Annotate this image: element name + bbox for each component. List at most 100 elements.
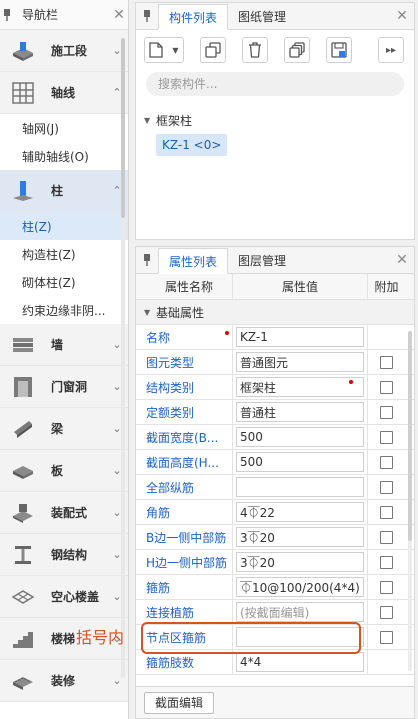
nav-scrollbar[interactable] — [121, 38, 125, 678]
stair-icon — [11, 627, 35, 651]
nav-category-decoration[interactable]: 装修 ⌄ — [0, 660, 128, 702]
attach-checkbox[interactable] — [380, 605, 393, 619]
component-panel-close-icon[interactable]: ✕ — [390, 8, 414, 24]
nav-subitem-boundary-non-shadow[interactable]: 约束边缘非阴... — [0, 296, 128, 324]
property-value-field[interactable]: 3⏁20 — [236, 552, 364, 572]
tree-leaf-kz1[interactable]: KZ-1 <0> — [156, 134, 228, 156]
nav-category-slab[interactable]: 板 ⌄ — [0, 450, 128, 492]
component-tree: ▼ 框架柱 KZ-1 <0> — [136, 110, 414, 156]
property-scrollbar-thumb[interactable] — [408, 331, 412, 541]
attach-checkbox[interactable] — [380, 580, 393, 594]
attach-checkbox[interactable] — [380, 455, 393, 469]
property-row[interactable]: 结构类别 框架柱 — [136, 375, 414, 400]
property-value-field[interactable]: 500 — [236, 427, 364, 447]
property-row[interactable]: 图元类型 普通图元 — [136, 350, 414, 375]
property-value-field[interactable] — [236, 477, 364, 497]
property-panel-close-icon[interactable]: ✕ — [390, 252, 414, 268]
property-value-field[interactable]: 4⏁22 — [236, 502, 364, 522]
import-component-button[interactable] — [326, 37, 352, 63]
property-value-field[interactable]: 3⏁20 — [236, 527, 364, 547]
attach-checkbox[interactable] — [380, 630, 393, 644]
duplicate-layer-button[interactable] — [284, 37, 310, 63]
required-dot — [349, 380, 353, 384]
caret-expanded-icon[interactable]: ▼ — [144, 116, 156, 125]
copy-component-button[interactable] — [200, 37, 226, 63]
property-row[interactable]: 角筋 4⏁22 — [136, 500, 414, 525]
property-value-field[interactable]: 4*4 — [236, 652, 364, 672]
hollow-floor-icon — [11, 585, 35, 609]
attach-checkbox[interactable] — [380, 430, 393, 444]
steel-structure-icon — [11, 543, 35, 567]
nav-subitem-auxiliary-axis[interactable]: 辅助轴线(O) — [0, 142, 128, 170]
attach-checkbox[interactable] — [380, 355, 393, 369]
property-row[interactable]: 全部纵筋 — [136, 475, 414, 500]
property-row[interactable]: B边一侧中部筋 3⏁20 — [136, 525, 414, 550]
delete-component-button[interactable] — [242, 37, 268, 63]
property-name: 图元类型 — [146, 355, 195, 370]
nav-category-steel-structure[interactable]: 钢结构 ⌄ — [0, 534, 128, 576]
tree-node-frame-column[interactable]: ▼ 框架柱 — [136, 110, 414, 130]
nav-category-wall[interactable]: 墙 ⌄ — [0, 324, 128, 366]
property-value-field[interactable]: 普通柱 — [236, 402, 364, 422]
property-name: 名称 — [146, 330, 171, 345]
new-component-button[interactable]: ▼ — [144, 37, 184, 63]
attach-checkbox[interactable] — [380, 380, 393, 394]
property-row[interactable]: 箍筋 ⏁10@100/200(4*4) — [136, 575, 414, 600]
property-value-field[interactable]: KZ-1 — [236, 327, 364, 347]
component-search[interactable] — [146, 72, 404, 96]
wall-icon — [11, 333, 35, 357]
navigation-panel: 导航栏 ✕ 施工段 ⌄ 轴线 ⌃ 轴网(J) 辅助轴线(O) 柱 ⌃ 柱(Z) … — [0, 0, 129, 719]
property-name: H边一侧中部筋 — [146, 555, 228, 570]
property-panel-tabs: 属性列表 图层管理 ✕ — [136, 247, 414, 274]
section-edit-button[interactable]: 截面编辑 — [144, 691, 215, 714]
property-row[interactable]: 截面高度(H... 500 — [136, 450, 414, 475]
property-scrollbar[interactable] — [408, 331, 412, 671]
tree-node-label: 框架柱 — [156, 113, 193, 128]
nav-category-label: 施工段 — [51, 44, 88, 58]
component-search-input[interactable] — [158, 77, 404, 91]
property-row[interactable]: 截面宽度(B... 500 — [136, 425, 414, 450]
group-basic-properties[interactable]: ▼ 基础属性 — [136, 300, 414, 325]
property-name: 角筋 — [146, 505, 171, 520]
attach-checkbox[interactable] — [380, 480, 393, 494]
property-value-field[interactable]: (按截面编辑) — [236, 602, 364, 622]
nav-subitem-axis-grid[interactable]: 轴网(J) — [0, 114, 128, 142]
nav-subitem-masonry-column[interactable]: 砌体柱(Z) — [0, 268, 128, 296]
property-value-field[interactable]: 500 — [236, 452, 364, 472]
nav-category-prefab[interactable]: 装配式 ⌄ — [0, 492, 128, 534]
attach-checkbox[interactable] — [380, 505, 393, 519]
property-name: 截面宽度(B... — [146, 430, 219, 445]
pin-icon[interactable] — [0, 8, 14, 21]
tab-component-list[interactable]: 构件列表 — [158, 4, 229, 30]
nav-category-beam[interactable]: 梁 ⌄ — [0, 408, 128, 450]
caret-expanded-icon[interactable]: ▼ — [144, 308, 156, 317]
nav-scrollbar-thumb[interactable] — [121, 38, 125, 218]
nav-category-construction-stage[interactable]: 施工段 ⌄ — [0, 30, 128, 72]
property-value-field[interactable]: ⏁10@100/200(4*4) — [236, 577, 364, 597]
nav-category-column[interactable]: 柱 ⌃ — [0, 170, 128, 212]
property-name: 箍筋 — [146, 580, 171, 595]
attach-checkbox[interactable] — [380, 555, 393, 569]
pin-icon[interactable] — [136, 10, 158, 22]
tab-layer-management[interactable]: 图层管理 — [228, 247, 296, 273]
nav-subitem-constructional-column[interactable]: 构造柱(Z) — [0, 240, 128, 268]
more-tools-button[interactable]: ▸▸ — [378, 37, 404, 63]
attach-checkbox[interactable] — [380, 530, 393, 544]
property-row[interactable]: H边一侧中部筋 3⏁20 — [136, 550, 414, 575]
nav-subitem-column[interactable]: 柱(Z) — [0, 212, 128, 240]
component-panel-tabs: 构件列表 图纸管理 ✕ — [136, 3, 414, 30]
tab-property-list[interactable]: 属性列表 — [158, 248, 229, 274]
nav-category-axis[interactable]: 轴线 ⌃ — [0, 72, 128, 114]
pin-icon[interactable] — [136, 254, 158, 266]
property-value-field[interactable]: 框架柱 — [236, 377, 364, 397]
property-name: 连接植筋 — [146, 605, 195, 620]
nav-category-hollow-floor[interactable]: 空心楼盖 ⌄ — [0, 576, 128, 618]
nav-category-label: 柱 — [51, 184, 64, 198]
property-value-field[interactable]: 普通图元 — [236, 352, 364, 372]
attach-checkbox[interactable] — [380, 405, 393, 419]
tab-drawing-management[interactable]: 图纸管理 — [228, 3, 296, 29]
nav-category-door-window[interactable]: 门窗洞 ⌄ — [0, 366, 128, 408]
property-row[interactable]: 定额类别 普通柱 — [136, 400, 414, 425]
property-row[interactable]: 名称 KZ-1 — [136, 325, 414, 350]
nav-close-icon[interactable]: ✕ — [110, 7, 128, 23]
